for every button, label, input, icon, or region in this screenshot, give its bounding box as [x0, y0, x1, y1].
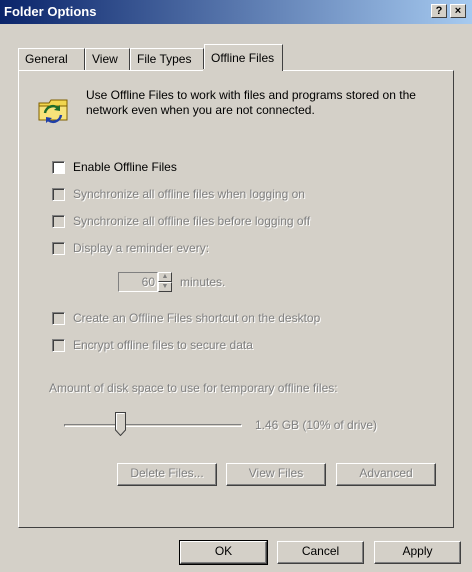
folder-options-window: Folder Options ? × General View File Typ…	[0, 0, 472, 572]
tab-view[interactable]: View	[85, 48, 130, 70]
cancel-button[interactable]: Cancel	[277, 541, 364, 564]
apply-button[interactable]: Apply	[374, 541, 461, 564]
close-button[interactable]: ×	[450, 4, 466, 18]
tab-file-types[interactable]: File Types	[130, 48, 204, 70]
offline-files-panel	[18, 70, 454, 528]
ok-button[interactable]: OK	[179, 540, 268, 565]
tab-offline-files[interactable]: Offline Files	[204, 44, 283, 71]
help-button[interactable]: ?	[431, 4, 447, 18]
tab-general[interactable]: General	[18, 48, 85, 70]
title-bar[interactable]: Folder Options ? ×	[0, 0, 472, 24]
window-title: Folder Options	[4, 4, 97, 19]
